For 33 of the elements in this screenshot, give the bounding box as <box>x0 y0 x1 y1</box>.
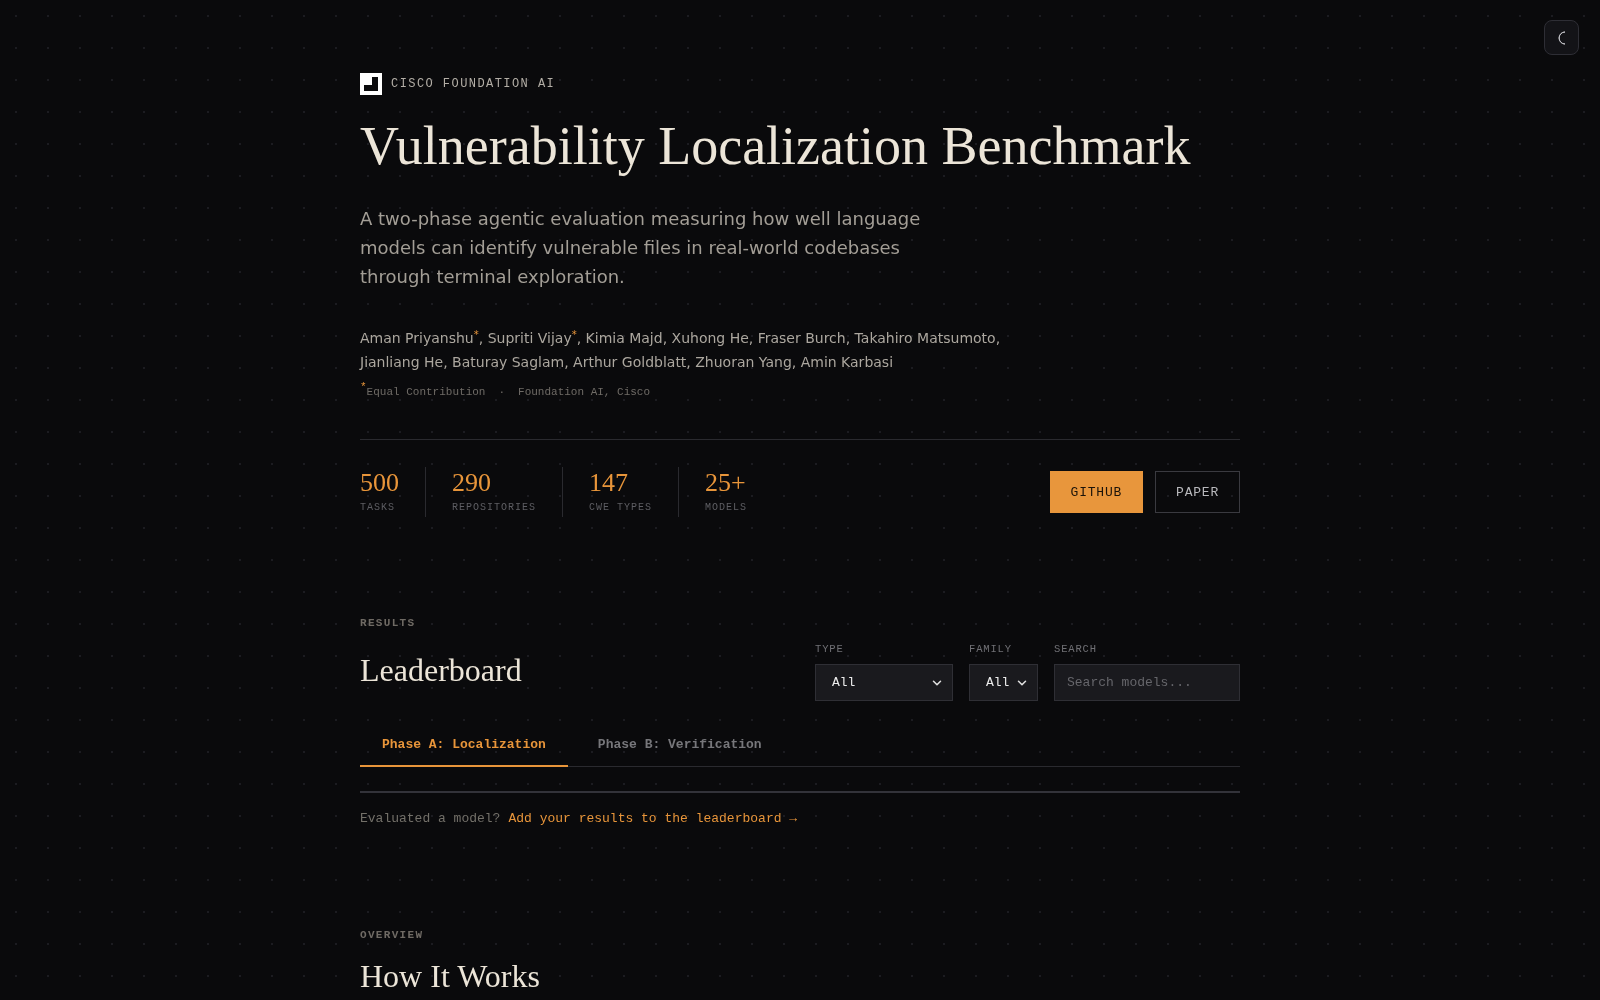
leaderboard-link[interactable]: Add your results to the leaderboard → <box>508 811 798 827</box>
section-eyebrow: RESULTS <box>360 616 417 632</box>
stat-label: TASKS <box>360 501 396 516</box>
stat-label: REPOSITORIES <box>452 501 536 516</box>
page-title: Vulnerability Localization Benchmark <box>360 117 1192 177</box>
moon-icon <box>1556 30 1567 45</box>
affiliation-text: Foundation AI, Cisco <box>518 385 651 401</box>
author-list: Aman Priyanshu$^{*}$, Supriti Vijay$^{*}$, Kimia Majd, Xuhong He, Fraser Burch, Takahiro Matsumoto, Jianliang He, Baturay Saglam, Arthur Goldblatt, Zhuoran Yang, Amin Karbasi <box>360 326 1050 375</box>
logo-icon <box>360 73 382 95</box>
separator: · <box>498 385 506 401</box>
tab[interactable]: Phase A: Localization <box>360 723 568 768</box>
stat-value: 290 <box>452 469 492 498</box>
filter-label: SEARCH <box>1054 642 1098 657</box>
stat-value: 500 <box>360 469 399 498</box>
stat-label: CWE TYPES <box>589 501 653 516</box>
search-field[interactable]: Search models... <box>1054 664 1240 702</box>
description: A two-phase agentic evaluation measuring how well language models can identify vulnerable files in real-world codebases through terminal exploration. <box>360 207 922 290</box>
github-button[interactable]: GITHUB <box>1049 471 1144 514</box>
stat-value: 147 <box>589 469 629 498</box>
paper-button[interactable]: PAPER <box>1155 471 1240 514</box>
stat-value: 25+ <box>705 469 747 498</box>
theme-toggle-button[interactable] <box>1544 20 1579 55</box>
filter-label: FAMILY <box>969 642 1013 657</box>
stat-label: MODELS <box>705 501 748 516</box>
dropdown-select[interactable]: All <box>815 664 953 702</box>
section-title: Leaderboard <box>360 651 522 690</box>
cta-text: Evaluated a model? <box>360 811 501 827</box>
section-eyebrow: OVERVIEW <box>360 928 425 944</box>
section-title: How It Works <box>360 959 540 994</box>
tab[interactable]: Phase B: Verification <box>575 723 784 768</box>
brand-name: CISCO FOUNDATION AI <box>391 76 556 93</box>
filter-label: TYPE <box>815 642 845 657</box>
dropdown-select[interactable]: All <box>969 664 1038 702</box>
